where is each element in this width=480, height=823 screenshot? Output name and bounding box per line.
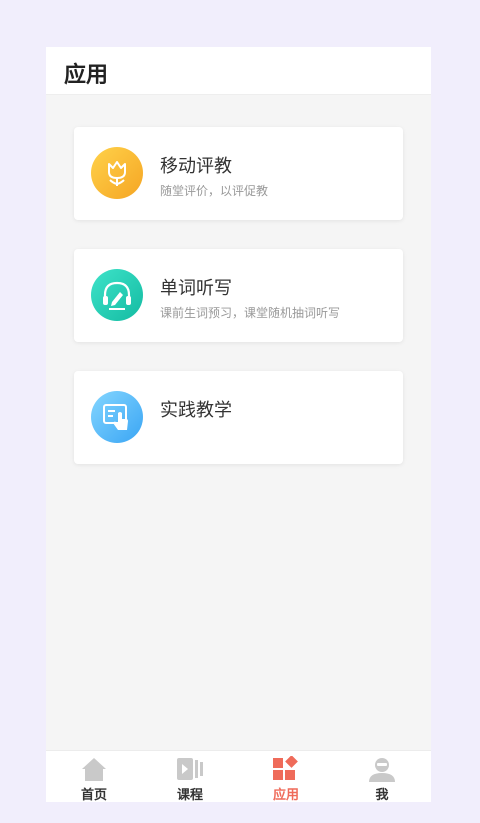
card-title: 单词听写	[160, 278, 232, 299]
header: 应用	[46, 47, 431, 95]
tab-label: 首页	[80, 788, 107, 802]
home-icon	[82, 758, 106, 781]
tulip-icon	[91, 147, 143, 199]
tab-apps[interactable]: 应用	[238, 751, 334, 802]
card-subtitle: 随堂评价，以评促教	[160, 184, 269, 198]
tab-label: 课程	[176, 788, 203, 802]
tab-courses[interactable]: 课程	[142, 751, 238, 802]
app-card-mobile-evaluation[interactable]: 移动评教 随堂评价，以评促教	[74, 127, 403, 220]
app-screen: 应用 移动评教 随堂评价，以评促教 单词听写 课前生词预习，课堂随机抽词听写 实…	[46, 47, 431, 802]
app-card-word-dictation[interactable]: 单词听写 课前生词预习，课堂随机抽词听写	[74, 249, 403, 342]
card-title: 实践教学	[160, 400, 232, 421]
page-title: 应用	[64, 63, 109, 88]
headphones-pen-icon	[91, 269, 143, 321]
bottom-tab-bar: 首页 课程 应用 我	[46, 750, 431, 802]
apps-icon	[273, 756, 298, 780]
app-card-practice-teaching[interactable]: 实践教学	[74, 371, 403, 464]
card-subtitle: 课前生词预习，课堂随机抽词听写	[160, 306, 341, 320]
card-title: 移动评教	[160, 156, 232, 177]
tab-home[interactable]: 首页	[46, 751, 142, 802]
tab-label: 我	[375, 788, 389, 802]
user-icon	[369, 758, 395, 782]
video-icon	[177, 758, 203, 780]
touch-screen-icon	[91, 391, 143, 443]
tab-me[interactable]: 我	[334, 751, 430, 802]
tab-label: 应用	[272, 788, 299, 802]
